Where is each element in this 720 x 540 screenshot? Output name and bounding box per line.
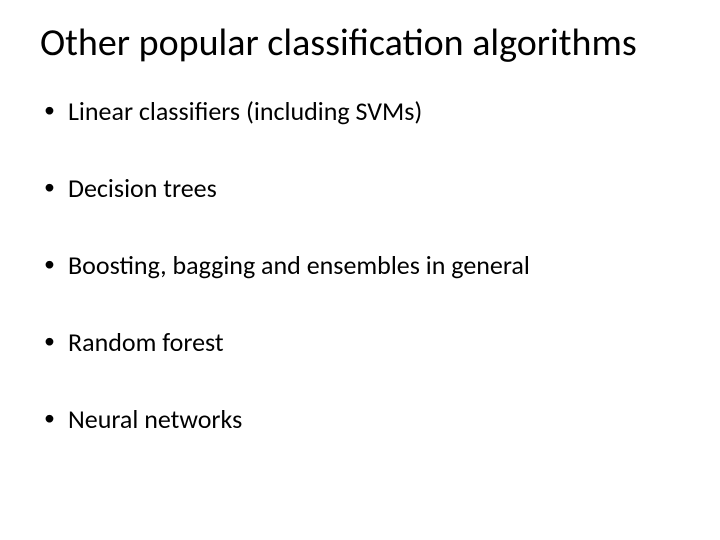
slide-title: Other popular classification algorithms	[40, 22, 680, 66]
list-item: Neural networks	[40, 404, 680, 435]
list-item: Boosting, bagging and ensembles in gener…	[40, 250, 680, 281]
list-item: Decision trees	[40, 173, 680, 204]
list-item: Random forest	[40, 327, 680, 358]
slide: Other popular classification algorithms …	[0, 0, 720, 540]
bullet-list: Linear classifiers (including SVMs) Deci…	[40, 96, 680, 436]
list-item: Linear classifiers (including SVMs)	[40, 96, 680, 127]
